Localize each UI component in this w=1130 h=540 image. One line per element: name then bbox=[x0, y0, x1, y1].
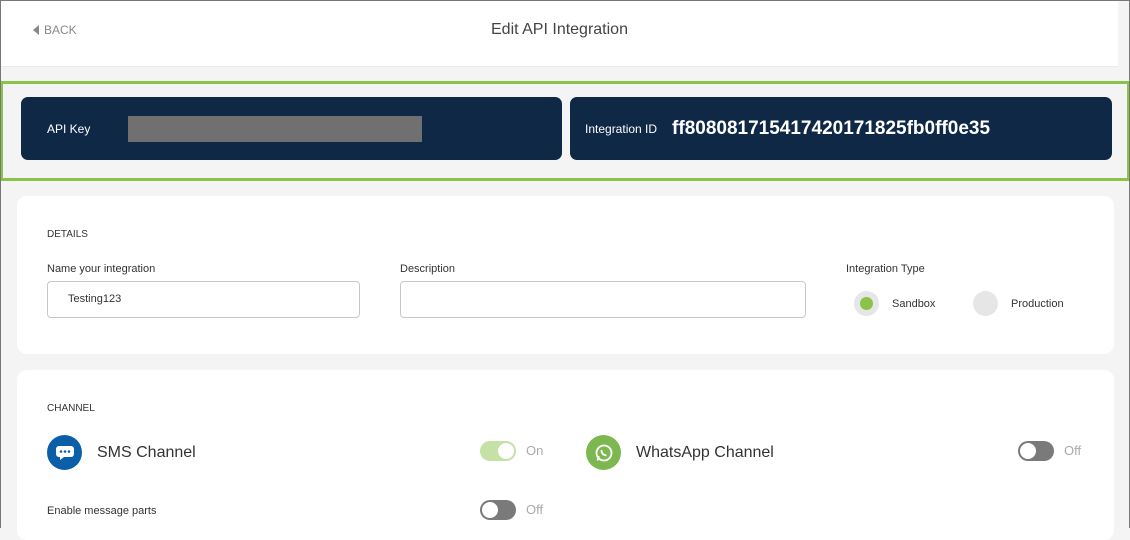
sms-channel-state: On bbox=[526, 443, 544, 458]
message-parts-toggle[interactable] bbox=[480, 500, 516, 520]
sms-channel-label: SMS Channel bbox=[97, 444, 196, 461]
sms-channel-toggle[interactable] bbox=[480, 441, 516, 461]
description-label: Description bbox=[400, 263, 456, 275]
sandbox-radio[interactable] bbox=[854, 291, 879, 316]
production-radio[interactable] bbox=[973, 291, 998, 316]
whatsapp-icon bbox=[586, 435, 621, 470]
sandbox-label: Sandbox bbox=[892, 298, 936, 310]
page-title: Edit API Integration bbox=[491, 21, 628, 38]
api-key-card: API Key bbox=[21, 97, 562, 160]
integration-id-value: ff80808171541742017182​5fb0ff0e35 bbox=[672, 117, 991, 139]
integration-id-label: Integration ID bbox=[585, 121, 658, 136]
channel-card: CHANNEL SMS Channel On WhatsApp Channel … bbox=[17, 370, 1114, 540]
channel-heading: CHANNEL bbox=[47, 403, 95, 414]
whatsapp-channel-label: WhatsApp Channel bbox=[636, 444, 774, 461]
sms-chat-icon bbox=[47, 435, 82, 470]
message-parts-label: Enable message parts bbox=[47, 505, 157, 517]
name-input[interactable]: Testing123 bbox=[47, 281, 360, 318]
details-heading: DETAILS bbox=[47, 229, 88, 240]
production-label: Production bbox=[1011, 298, 1064, 310]
whatsapp-channel-toggle[interactable] bbox=[1018, 441, 1054, 461]
integration-id-card: Integration ID ff80808171541742017182​5f… bbox=[570, 97, 1112, 160]
whatsapp-channel-state: Off bbox=[1064, 443, 1082, 458]
header: BACK Edit API Integration bbox=[1, 1, 1118, 67]
integration-type-label: Integration Type bbox=[846, 263, 925, 275]
description-input[interactable] bbox=[400, 281, 806, 318]
details-card: DETAILS Name your integration Testing123… bbox=[17, 196, 1114, 354]
api-key-redacted bbox=[128, 115, 423, 142]
api-key-label: API Key bbox=[47, 121, 91, 136]
name-label: Name your integration bbox=[47, 263, 156, 275]
message-parts-state: Off bbox=[526, 502, 544, 517]
